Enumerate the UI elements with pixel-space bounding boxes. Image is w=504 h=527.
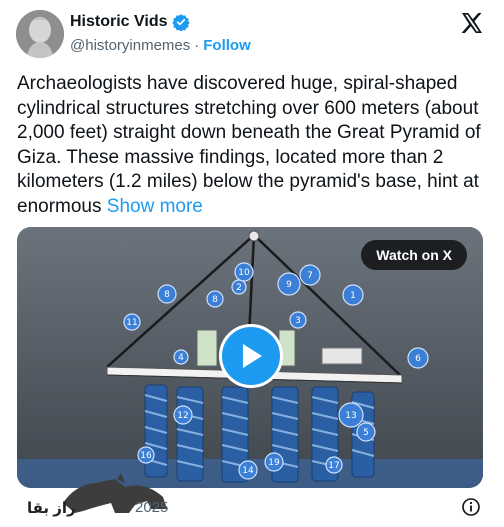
svg-text:6: 6 [415,354,421,364]
svg-text:11: 11 [126,318,137,328]
avatar[interactable] [16,10,64,58]
svg-text:7: 7 [307,271,313,281]
svg-text:10: 10 [238,268,250,278]
show-more-link[interactable]: Show more [107,196,203,217]
watch-on-x-button[interactable]: Watch on X [361,240,467,270]
author-name-row[interactable]: Historic Vids [70,13,190,32]
follow-button[interactable]: Follow [203,37,251,54]
watermark-text: راز بقا [27,500,76,517]
svg-text:14: 14 [242,466,254,476]
svg-text:9: 9 [286,280,292,290]
handle-row: @historyinmemes · Follow [70,37,251,54]
separator: · [194,37,200,54]
play-button[interactable] [219,324,283,388]
x-logo-icon[interactable] [460,11,484,35]
svg-text:2: 2 [236,283,242,293]
info-icon[interactable] [461,497,481,517]
svg-text:3: 3 [295,316,301,326]
play-icon [243,344,262,368]
tweet-footer: راز بقا 2025 [17,473,487,521]
svg-text:13: 13 [345,411,356,421]
svg-text:12: 12 [177,411,188,421]
svg-text:8: 8 [164,290,170,300]
handle[interactable]: @historyinmemes [70,37,190,54]
svg-text:16: 16 [140,451,152,461]
svg-text:17: 17 [328,461,339,471]
verified-badge-icon [171,13,190,32]
svg-text:4: 4 [178,353,184,363]
tweet-card: Historic Vids @historyinmemes · Follow A… [0,0,504,527]
svg-text:5: 5 [363,428,369,438]
marker-label: 1 [350,291,356,301]
tweet-text: Archaeologists have discovered huge, spi… [17,72,489,219]
video-media[interactable]: 1 2 3 4 5 6 7 8 9 10 11 12 13 14 15 16 1… [17,227,483,488]
display-name[interactable]: Historic Vids [70,13,168,31]
tweet-body: Archaeologists have discovered huge, spi… [17,73,481,217]
svg-text:8: 8 [212,295,218,305]
svg-text:19: 19 [268,458,280,468]
timestamp[interactable]: 2025 [135,499,168,516]
